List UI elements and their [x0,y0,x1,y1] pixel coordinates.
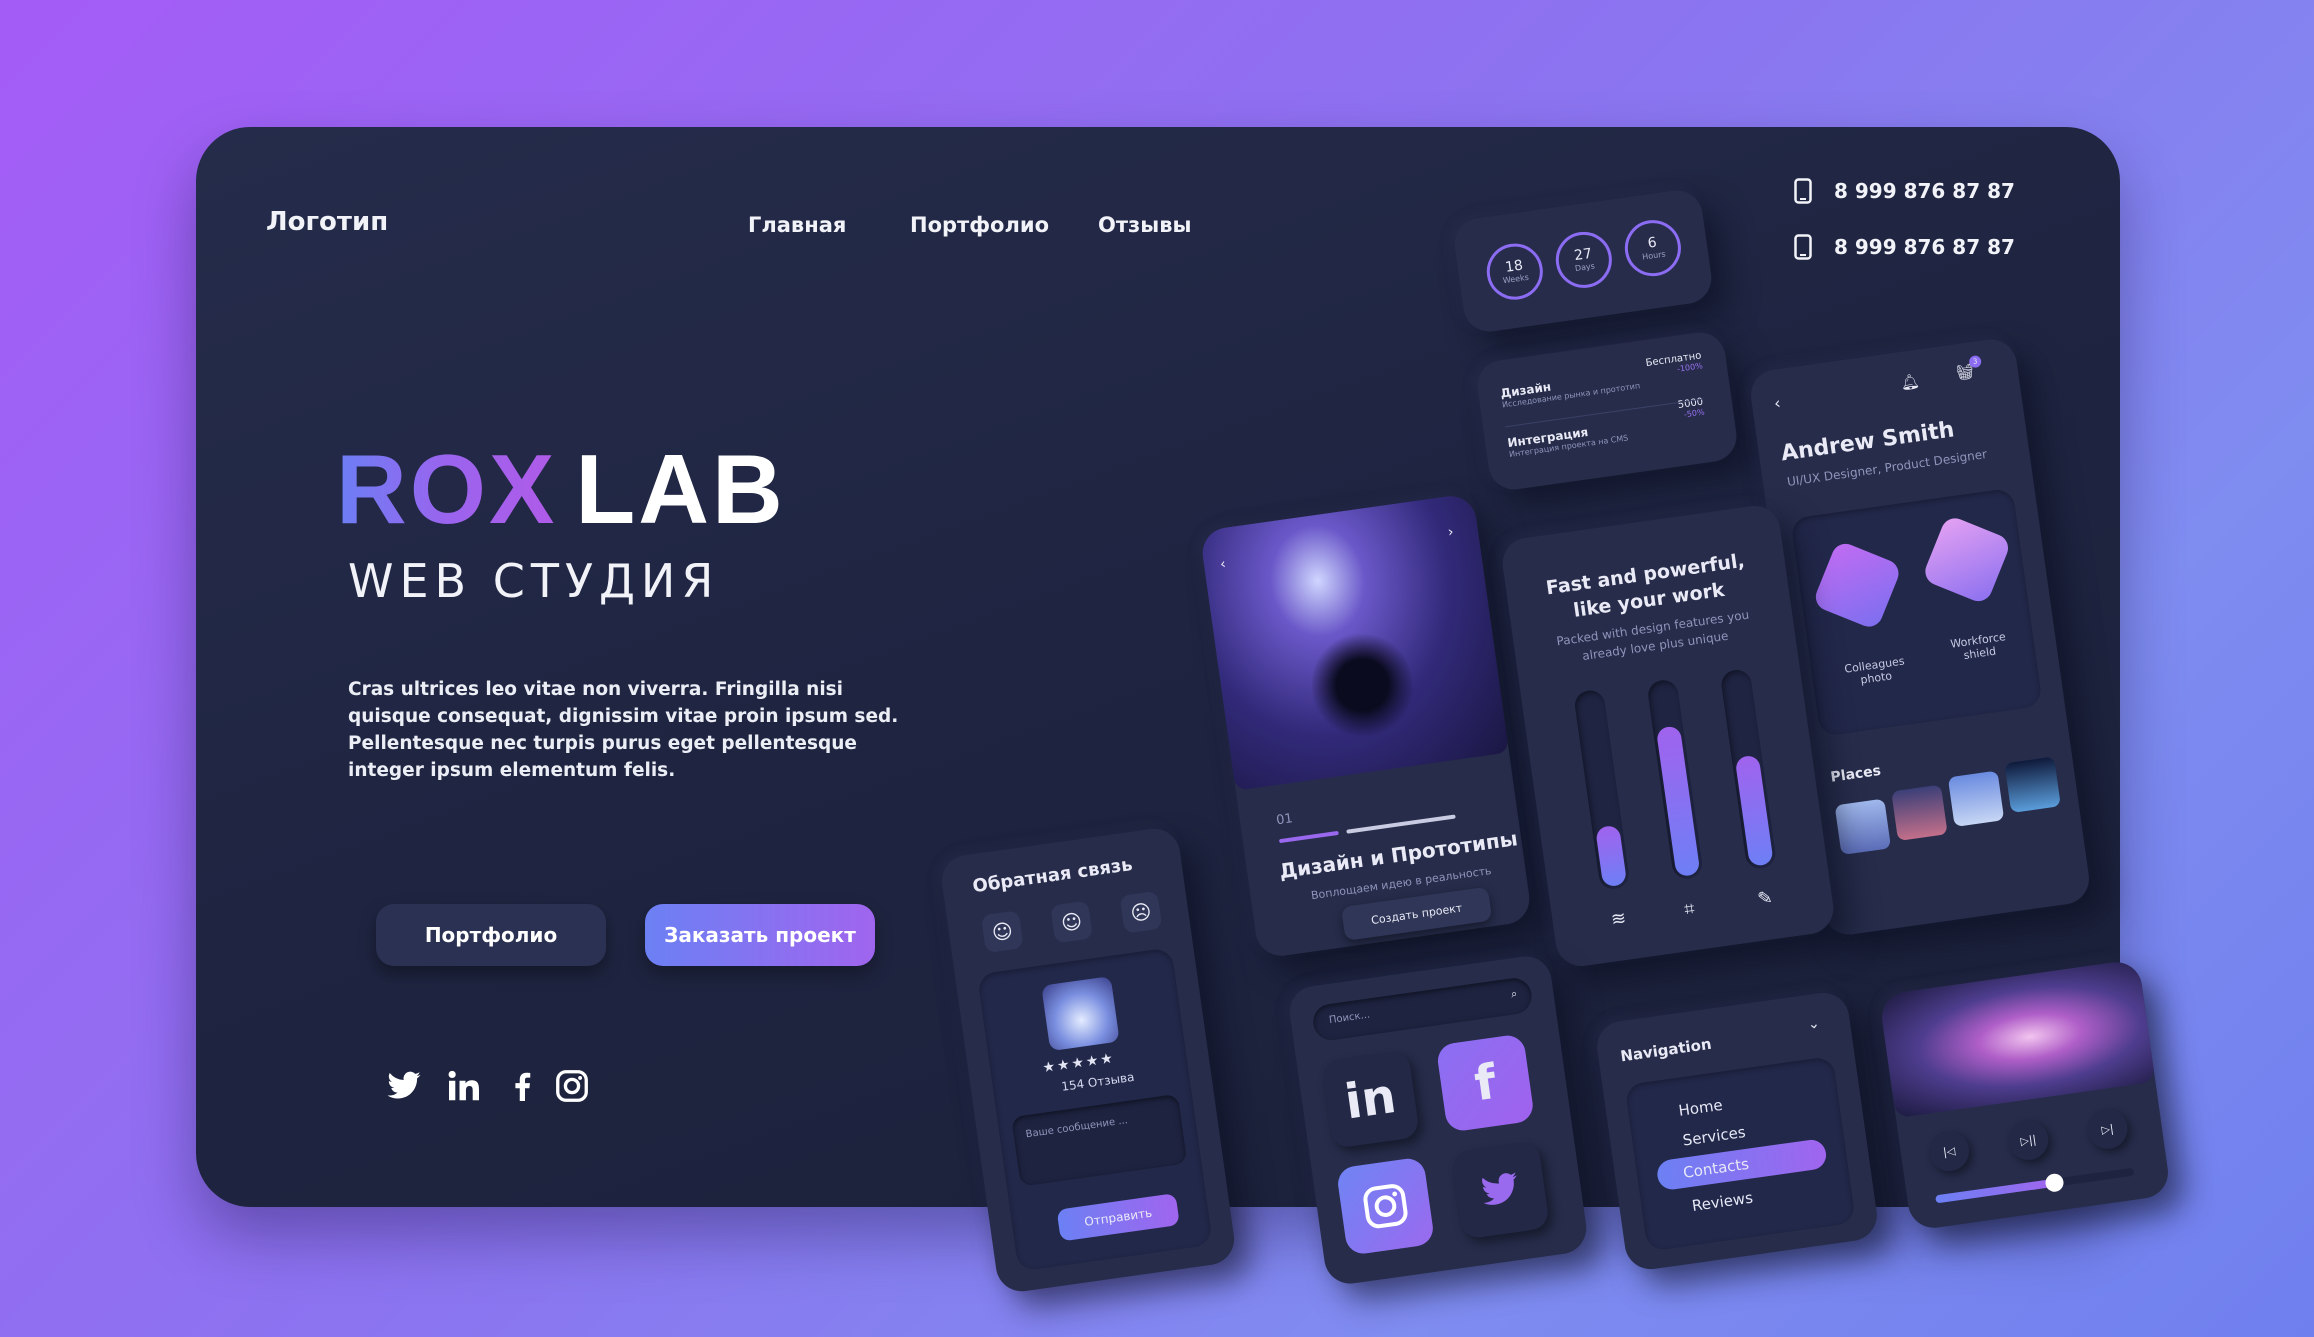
feature-slider-2[interactable] [1646,678,1704,881]
places-label: Places [1829,762,1882,786]
search-placeholder: Поиск... [1328,1009,1371,1027]
navigation-list: Home Services Contacts Reviews [1624,1055,1856,1252]
message-placeholder: Ваше сообщение ... [1025,1115,1129,1141]
feature-slider-fill [1734,754,1774,867]
nav-reviews[interactable]: Отзывы [1098,213,1192,237]
place-thumb[interactable] [1834,798,1892,856]
basket-badge: 3 [1968,354,1983,369]
back-icon[interactable]: ‹ [1773,393,1782,413]
send-button[interactable]: Отправить [1056,1193,1180,1242]
order-project-button[interactable]: Заказать проект [645,904,875,966]
slider-progress [1278,830,1339,844]
feature-slider-fill [1595,824,1628,888]
item-label: Workforce shield [1949,630,2007,663]
timer-days: 27 Days [1552,228,1616,292]
feedback-title: Обратная связь [971,854,1134,898]
nav-item-reviews[interactable]: Reviews [1691,1189,1754,1215]
message-input[interactable]: Ваше сообщение ... [1011,1093,1188,1187]
phone-row-2[interactable]: 8 999 876 87 87 [1794,234,2015,260]
phone-icon [1794,234,1812,260]
instagram-icon[interactable] [554,1068,590,1104]
nav-portfolio[interactable]: Портфолио [910,213,1049,237]
search-icon: ⌕ [1510,986,1519,1001]
pricing-price-design: Бесплатно -100% [1645,350,1704,374]
slider-image [1199,492,1510,791]
navigation-card: Navigation ⌄ Home Services Contacts Revi… [1593,989,1881,1273]
item-label: Colleagues photo [1843,654,1906,687]
hero-description: Cras ultrices leo vitae non viverra. Fri… [348,679,899,781]
timer-hours: 6 Hours [1621,216,1685,280]
next-track-icon[interactable]: ▷| [2084,1106,2131,1152]
slider-track [1346,814,1456,834]
linkedin-icon[interactable]: in [1320,1049,1421,1149]
nav-item-home[interactable]: Home [1677,1096,1723,1120]
twitter-icon[interactable] [1450,1140,1551,1240]
navigation-title: Navigation [1619,1034,1713,1066]
colleagues-photo-icon [1811,539,1903,631]
facebook-icon[interactable] [504,1068,540,1104]
phone-row-1[interactable]: 8 999 876 87 87 [1794,178,2015,204]
profile-items-box: Colleagues photo Workforce shield [1790,487,2043,737]
nav-home[interactable]: Главная [748,213,846,237]
progress-track[interactable] [1935,1167,2135,1204]
facebook-icon[interactable]: f [1435,1033,1536,1133]
nav-item-services[interactable]: Services [1682,1123,1747,1150]
bell-icon[interactable]: 🔔︎ [1899,372,1920,392]
instagram-icon[interactable] [1335,1156,1436,1256]
hero-title: ROX LAB [336,440,786,538]
sad-icon[interactable]: ☹ [1119,890,1163,934]
social-card: Поиск... ⌕ in f [1286,953,1590,1287]
search-input[interactable]: Поиск... ⌕ [1310,975,1534,1043]
neutral-icon[interactable]: ☺ [1050,900,1094,944]
pricing-row-design: Дизайн Исследование рынка и прототип [1499,379,1641,410]
pen-icon[interactable]: ✎ [1756,887,1774,910]
place-thumb[interactable] [1891,784,1948,842]
linkedin-icon[interactable] [446,1068,482,1104]
workforce-shield-icon [1921,514,2013,606]
basket-icon[interactable]: 🧺︎ 3 [1954,354,1983,382]
logo[interactable]: Логотип [266,207,388,237]
progress-fill [1935,1178,2056,1204]
player-card: |◁ ▷|| ▷| [1878,958,2172,1232]
hero-title-rox: ROX [336,434,558,544]
previous-track-icon[interactable]: |◁ [1926,1128,1972,1174]
phone-number: 8 999 876 87 87 [1834,179,2015,203]
hero-title-lab: LAB [575,434,786,544]
feature-slider-1[interactable] [1573,688,1631,891]
features-card: Fast and powerful, like your work Packed… [1499,502,1837,970]
phone-number: 8 999 876 87 87 [1834,235,2015,259]
place-thumb[interactable] [1947,770,2005,828]
timer-weeks: 18 Weeks [1483,239,1547,304]
phone-icon [1794,178,1812,204]
pricing-row-integration: Интеграция Интеграция проекта на CMS [1506,424,1629,460]
tree-silhouette [1305,623,1420,747]
avatar [1041,976,1120,1052]
reviews-count: 154 Отзыва [1060,1069,1136,1094]
smile-icon[interactable]: ☺ [980,910,1024,954]
place-thumb[interactable] [2004,756,2061,813]
layers-icon[interactable]: ≋ [1610,908,1628,931]
progress-knob[interactable] [2044,1172,2065,1193]
feature-slider-3[interactable] [1719,668,1778,871]
rating-stars: ★★★★★ [1041,1050,1116,1077]
portfolio-button[interactable]: Портфолио [376,904,606,966]
twitter-icon[interactable] [386,1068,422,1104]
slider-index: 01 [1275,811,1294,829]
hero-subtitle: WEB СТУДИЯ [348,554,720,608]
feedback-form: ★★★★★ 154 Отзыва Ваше сообщение ... Отпр… [977,947,1213,1272]
feature-slider-fill [1655,725,1701,878]
chevron-down-icon[interactable]: ⌄ [1807,1016,1821,1033]
crop-icon[interactable]: ⌗ [1683,898,1696,920]
play-pause-icon[interactable]: ▷|| [2005,1117,2051,1163]
